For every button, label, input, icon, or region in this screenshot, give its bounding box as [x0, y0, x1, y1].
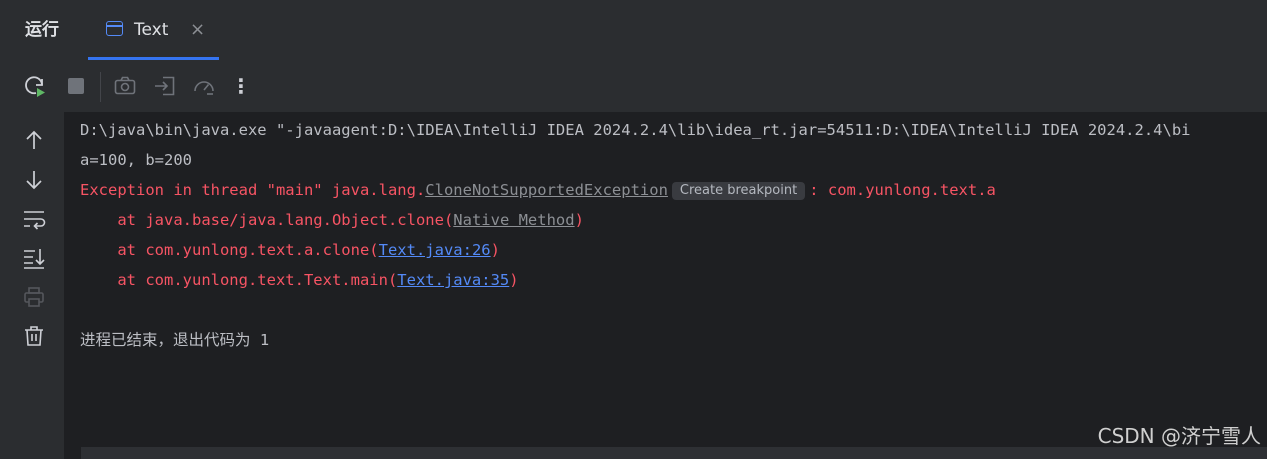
watermark: CSDN @济宁雪人 [1097, 424, 1261, 448]
stack-prefix: at com.yunlong.text.Text.main( [80, 271, 398, 289]
exception-suffix: : com.yunlong.text.a [809, 181, 996, 199]
run-toolbar: ⋮ [0, 61, 1267, 112]
exception-class-link[interactable]: CloneNotSupportedException [425, 181, 668, 199]
toolbar-separator [100, 72, 101, 102]
stack-prefix: at java.base/java.lang.Object.clone( [80, 211, 454, 229]
tab-text[interactable]: Text × [88, 0, 219, 60]
console-output[interactable]: D:\java\bin\java.exe "-javaagent:D:\IDEA… [64, 112, 1267, 459]
exception-prefix: Exception in thread "main" java.lang. [80, 181, 426, 199]
run-tool-window-title: 运行 [25, 20, 59, 40]
output-line: a=100, b=200 [80, 151, 192, 169]
exception-line: Exception in thread "main" java.lang.Clo… [80, 180, 996, 200]
trash-icon[interactable] [22, 324, 46, 348]
active-tab-indicator [88, 57, 219, 60]
screenshot-icon[interactable] [113, 74, 137, 98]
profiler-icon[interactable] [192, 74, 216, 98]
more-options-icon[interactable]: ⋮ [229, 74, 253, 98]
stack-suffix: ) [509, 271, 519, 289]
stack-prefix: at com.yunlong.text.a.clone( [80, 241, 379, 259]
stack-trace-line: at com.yunlong.text.Text.main(Text.java:… [80, 270, 519, 290]
print-icon[interactable] [22, 285, 46, 309]
stack-trace-line: at java.base/java.lang.Object.clone(Nati… [80, 210, 584, 230]
console-tab-icon [106, 21, 123, 36]
rerun-icon[interactable] [23, 74, 47, 98]
native-method-link[interactable]: Native Method [453, 211, 574, 229]
stack-trace-line: at com.yunlong.text.a.clone(Text.java:26… [80, 240, 500, 260]
stop-icon[interactable] [64, 74, 88, 98]
process-exit-line: 进程已结束，退出代码为 1 [80, 331, 270, 349]
run-tool-window-header: 运行 Text × [0, 0, 1267, 62]
up-arrow-icon[interactable] [22, 128, 46, 152]
restore-layout-icon[interactable] [153, 74, 177, 98]
stack-suffix: ) [490, 241, 500, 259]
source-link[interactable]: Text.java:26 [379, 241, 491, 259]
scroll-to-end-icon[interactable] [22, 246, 46, 270]
create-breakpoint-hint[interactable]: Create breakpoint [671, 182, 806, 200]
source-link[interactable]: Text.java:35 [397, 271, 509, 289]
command-line: D:\java\bin\java.exe "-javaagent:D:\IDEA… [80, 121, 1191, 139]
close-tab-icon[interactable]: × [190, 20, 205, 40]
soft-wrap-icon[interactable] [22, 207, 46, 231]
tab-label: Text [134, 20, 169, 40]
console-sidebar [0, 112, 64, 459]
stack-suffix: ) [574, 211, 584, 229]
down-arrow-icon[interactable] [22, 168, 46, 192]
horizontal-scrollbar[interactable] [81, 447, 1267, 459]
